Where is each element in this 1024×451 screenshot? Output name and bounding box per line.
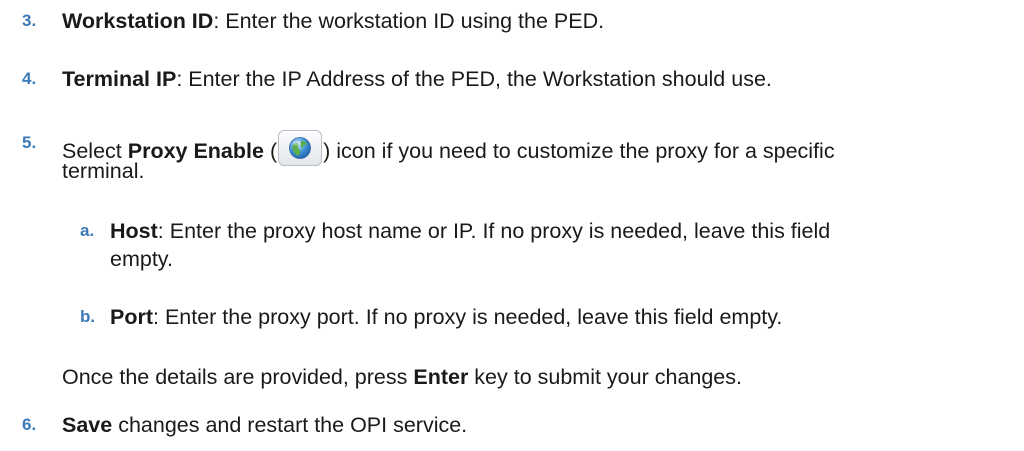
step-text: Workstation ID: Enter the workstation ID… [62,9,605,33]
term-workstation-id: Workstation ID [62,9,214,33]
substep-letter: a. [80,221,95,240]
step-text: Terminal IP: Enter the IP Address of the… [62,67,772,91]
step-number: 4. [22,69,37,88]
substep-letter: b. [80,307,96,326]
term-enter: Enter [413,365,469,389]
step-number: 5. [22,133,37,152]
term-save: Save [62,413,113,437]
note-text: Once the details are provided, press Ent… [62,365,742,389]
step-number: 3. [22,11,37,30]
term-port: Port [110,305,153,329]
substep-text: Host: Enter the proxy host name or IP. I… [110,219,831,243]
substep-text: Port: Enter the proxy port. If no proxy … [110,305,783,329]
step-text-line2: terminal. [62,159,145,183]
term-host: Host [110,219,158,243]
globe-icon [289,137,312,159]
step-number: 6. [22,415,37,434]
term-terminal-ip: Terminal IP [62,67,177,91]
step-text: Save changes and restart the OPI service… [62,413,468,437]
substep-text-line2: empty. [110,247,173,271]
